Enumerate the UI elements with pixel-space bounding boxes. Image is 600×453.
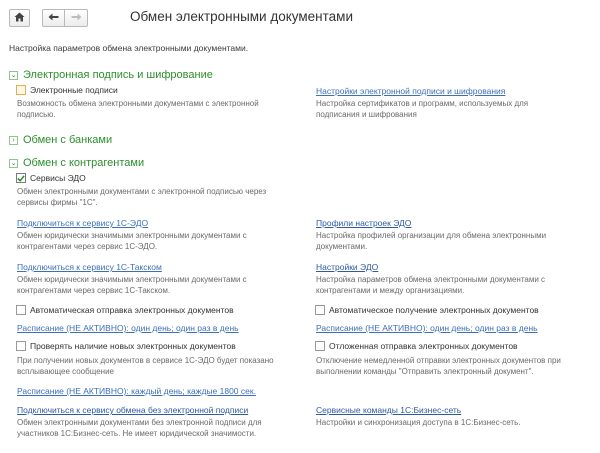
collapse-toggle-icon[interactable]: ⌄ [9, 158, 18, 168]
deferred-desc: Отключение немедленной отправки электрон… [316, 356, 561, 376]
signature-settings-desc: Настройка сертификатов и программ, испол… [316, 99, 529, 119]
expand-toggle-icon[interactable]: › [9, 135, 18, 145]
connect-taxcom-desc: Обмен юридически значимыми электронными … [17, 275, 247, 295]
connect-nosign-desc: Обмен электронными документами без элект… [17, 418, 262, 438]
checkmark-icon [17, 174, 25, 182]
section-counterparties-header[interactable]: ⌄ Обмен с контрагентами [9, 157, 144, 169]
edo-profiles-link[interactable]: Профили настроек ЭДО [316, 218, 411, 228]
edo-services-checkbox[interactable] [16, 173, 26, 183]
auto-send-checkbox[interactable] [16, 305, 26, 315]
schedule-check-link[interactable]: Расписание (НЕ АКТИВНО): каждый день; ка… [17, 386, 256, 396]
check-new-checkbox-row[interactable]: Проверять наличие новых электронных доку… [16, 341, 236, 351]
check-new-desc: При получении новых документов в сервисе… [17, 356, 274, 376]
signatures-desc: Возможность обмена электронными документ… [17, 99, 259, 119]
section-banks-title: Обмен с банками [23, 134, 113, 146]
schedule-receive-link[interactable]: Расписание (НЕ АКТИВНО): один день; один… [316, 323, 538, 333]
edo-settings-link[interactable]: Настройки ЭДО [316, 262, 378, 272]
back-button[interactable] [42, 9, 65, 27]
arrow-left-icon [48, 13, 59, 23]
check-new-checkbox[interactable] [16, 341, 26, 351]
deferred-checkbox-row[interactable]: Отложенная отправка электронных документ… [315, 341, 518, 351]
auto-receive-checkbox-row[interactable]: Автоматическое получение электронных док… [315, 305, 539, 315]
edo-profiles-desc: Настройка профилей организации для обмен… [316, 231, 547, 251]
arrow-right-icon [71, 13, 82, 23]
collapse-toggle-icon[interactable]: ⌄ [9, 70, 18, 80]
connect-nosign-link[interactable]: Подключиться к сервису обмена без электр… [17, 405, 248, 415]
auto-receive-label: Автоматическое получение электронных док… [329, 305, 539, 315]
page-title: Обмен электронными документами [130, 9, 354, 24]
connect-taxcom-link[interactable]: Подключиться к сервису 1С-Такском [17, 262, 162, 272]
edo-services-desc: Обмен электронными документами с электро… [17, 187, 267, 207]
auto-receive-checkbox[interactable] [315, 305, 325, 315]
section-banks-header[interactable]: › Обмен с банками [9, 134, 112, 146]
signature-settings-link[interactable]: Настройки электронной подписи и шифрован… [316, 86, 505, 96]
forward-button[interactable] [65, 9, 88, 27]
signatures-checkbox-label: Электронные подписи [30, 85, 118, 95]
service-commands-desc: Настройки и синхронизация доступа в 1С:Б… [316, 418, 521, 427]
signatures-checkbox[interactable] [16, 85, 26, 95]
service-commands-link[interactable]: Сервисные команды 1С:Бизнес-сеть [316, 405, 461, 415]
edo-services-checkbox-row[interactable]: Сервисы ЭДО [16, 173, 86, 183]
signatures-checkbox-row[interactable]: Электронные подписи [16, 85, 118, 95]
edo-settings-desc: Настройка параметров обмена электронными… [316, 275, 546, 295]
check-new-label: Проверять наличие новых электронных доку… [30, 341, 236, 351]
intro-text: Настройка параметров обмена электронными… [9, 43, 249, 53]
section-signature-title: Электронная подпись и шифрование [23, 69, 213, 81]
edo-services-label: Сервисы ЭДО [30, 173, 86, 183]
home-icon [14, 12, 25, 24]
auto-send-label: Автоматическая отправка электронных доку… [30, 305, 234, 315]
auto-send-checkbox-row[interactable]: Автоматическая отправка электронных доку… [16, 305, 234, 315]
connect-1c-edo-desc: Обмен юридически значимыми электронными … [17, 231, 247, 251]
deferred-checkbox[interactable] [315, 341, 325, 351]
connect-1c-edo-link[interactable]: Подключиться к сервису 1С-ЭДО [17, 218, 148, 228]
schedule-send-link[interactable]: Расписание (НЕ АКТИВНО): один день; один… [17, 323, 239, 333]
section-signature-header[interactable]: ⌄ Электронная подпись и шифрование [9, 69, 213, 81]
deferred-label: Отложенная отправка электронных документ… [329, 341, 518, 351]
section-counterparties-title: Обмен с контрагентами [23, 157, 145, 169]
home-button[interactable] [9, 9, 30, 27]
